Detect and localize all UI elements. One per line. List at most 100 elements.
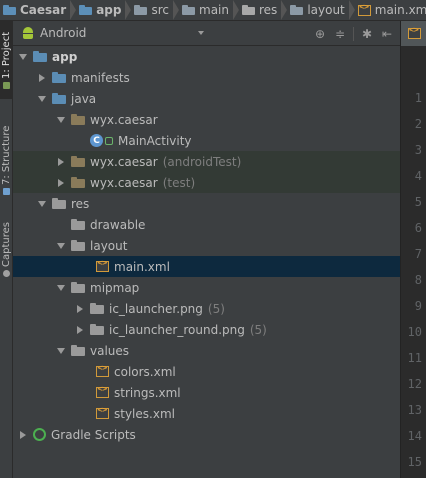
tree-node-label: ic_launcher_round.png	[109, 322, 245, 337]
breadcrumb-label: Caesar	[20, 3, 67, 17]
line-number: 12	[407, 377, 422, 391]
folder-icon	[71, 240, 85, 251]
breadcrumb-label: main	[199, 3, 229, 17]
breadcrumb-caesar[interactable]: Caesar	[0, 0, 77, 20]
module-folder-icon	[33, 51, 47, 62]
gear-icon[interactable]: ✱	[360, 27, 374, 41]
line-number: 8	[414, 273, 422, 287]
tree-node-package[interactable]: wyx.caesar	[13, 109, 400, 130]
line-number: 10	[407, 325, 422, 339]
tree-node-main-xml[interactable]: main.xml	[13, 256, 400, 277]
breadcrumb-main[interactable]: main	[179, 0, 239, 20]
breadcrumb-app[interactable]: app	[76, 0, 132, 20]
panel-toolbar: ⊕ ≑ ✱ ⇤	[313, 21, 394, 46]
tree-node-mainactivity[interactable]: C MainActivity	[13, 130, 400, 151]
project-tree: app manifests java wyx.caesar C MainActi…	[13, 46, 400, 478]
tree-node-app[interactable]: app	[13, 46, 400, 67]
line-number: 9	[414, 299, 422, 313]
package-icon	[71, 177, 85, 188]
xml-file-icon	[96, 385, 109, 398]
collapse-arrow-icon[interactable]	[17, 429, 29, 441]
collapse-arrow-icon[interactable]	[55, 156, 67, 168]
package-icon	[71, 156, 85, 167]
tool-window-strip: 1: Project 7: Structure Captures	[0, 21, 13, 478]
collapse-arrow-icon[interactable]	[74, 303, 86, 315]
collapse-all-icon[interactable]: ≑	[333, 27, 347, 41]
tree-node-hint: (5)	[249, 322, 267, 337]
tree-node-strings-xml[interactable]: strings.xml	[13, 382, 400, 403]
tree-node-styles-xml[interactable]: styles.xml	[13, 403, 400, 424]
line-number: 4	[414, 169, 422, 183]
tree-node-ic-launcher[interactable]: ic_launcher.png (5)	[13, 298, 400, 319]
tree-node-gradle-scripts[interactable]: Gradle Scripts	[13, 424, 400, 445]
tab-project[interactable]: 1: Project	[0, 21, 13, 99]
tree-node-layout[interactable]: layout	[13, 235, 400, 256]
collapse-arrow-icon[interactable]	[36, 72, 48, 84]
expand-arrow-icon[interactable]	[36, 198, 48, 210]
xml-file-icon	[96, 364, 109, 377]
tab-label: 1: Project	[1, 31, 12, 79]
lock-icon	[105, 136, 113, 145]
folder-icon	[52, 93, 66, 104]
line-number: 2	[414, 117, 422, 131]
class-icon: C	[90, 134, 103, 147]
breadcrumb-label: main.xml	[374, 3, 426, 17]
tree-node-colors-xml[interactable]: colors.xml	[13, 361, 400, 382]
folder-icon	[90, 303, 104, 314]
toolbar-separator	[353, 26, 354, 41]
breadcrumb-main-xml[interactable]: main.xml	[355, 0, 426, 20]
expand-arrow-icon[interactable]	[55, 282, 67, 294]
expand-arrow-icon[interactable]	[17, 51, 29, 63]
editor-tab-main-xml[interactable]	[401, 21, 426, 46]
tree-node-label: java	[71, 91, 97, 106]
tree-node-res[interactable]: res	[13, 193, 400, 214]
tab-label: 7: Structure	[1, 125, 12, 185]
tree-node-package-test[interactable]: wyx.caesar (test)	[13, 172, 400, 193]
project-panel-header: Android ⊕ ≑ ✱ ⇤	[13, 21, 400, 46]
tree-node-label: values	[90, 343, 130, 358]
tree-node-package-androidtest[interactable]: wyx.caesar (androidTest)	[13, 151, 400, 172]
line-number: 7	[414, 247, 422, 261]
xml-file-icon	[407, 26, 421, 39]
folder-icon	[290, 5, 304, 15]
tree-node-label: wyx.caesar	[90, 175, 158, 190]
tab-structure[interactable]: 7: Structure	[0, 113, 13, 207]
navigation-bar: Caesar app src main res layout main.xml	[0, 0, 426, 21]
project-icon	[3, 81, 10, 89]
editor-area: 1 2 3 4 5 6 7 8 9 10 11 12 13 14 15	[400, 21, 426, 478]
breadcrumb-label: app	[96, 3, 122, 17]
folder-icon	[71, 219, 85, 230]
folder-icon	[90, 324, 104, 335]
android-icon	[21, 26, 35, 40]
breadcrumb-label: layout	[307, 3, 345, 17]
tree-node-java[interactable]: java	[13, 88, 400, 109]
tree-node-label: res	[71, 196, 90, 211]
project-panel: Android ⊕ ≑ ✱ ⇤ app manifests java wyx.c…	[13, 21, 400, 478]
tree-node-label: drawable	[90, 217, 146, 232]
tree-node-drawable[interactable]: drawable	[13, 214, 400, 235]
tree-node-manifests[interactable]: manifests	[13, 67, 400, 88]
line-number: 6	[414, 221, 422, 235]
tree-node-hint: (androidTest)	[162, 154, 242, 169]
expand-arrow-icon[interactable]	[55, 240, 67, 252]
expand-arrow-icon[interactable]	[55, 114, 67, 126]
collapse-arrow-icon[interactable]	[74, 324, 86, 336]
breadcrumb-layout[interactable]: layout	[287, 0, 355, 20]
tree-node-ic-launcher-round[interactable]: ic_launcher_round.png (5)	[13, 319, 400, 340]
view-mode-dropdown[interactable]: Android	[40, 23, 208, 43]
expand-arrow-icon[interactable]	[55, 345, 67, 357]
hide-icon[interactable]: ⇤	[380, 27, 394, 41]
expand-arrow-icon[interactable]	[36, 93, 48, 105]
tab-captures[interactable]: Captures	[0, 217, 13, 283]
tree-node-mipmap[interactable]: mipmap	[13, 277, 400, 298]
folder-icon	[3, 5, 16, 15]
collapse-arrow-icon[interactable]	[55, 177, 67, 189]
scroll-from-source-icon[interactable]: ⊕	[313, 27, 327, 41]
breadcrumb-res[interactable]: res	[239, 0, 288, 20]
tree-node-values[interactable]: values	[13, 340, 400, 361]
res-folder-icon	[52, 198, 66, 209]
tree-node-label: layout	[90, 238, 128, 253]
line-number: 11	[407, 351, 422, 365]
breadcrumb-src[interactable]: src	[131, 0, 180, 20]
line-number: 13	[407, 403, 422, 417]
